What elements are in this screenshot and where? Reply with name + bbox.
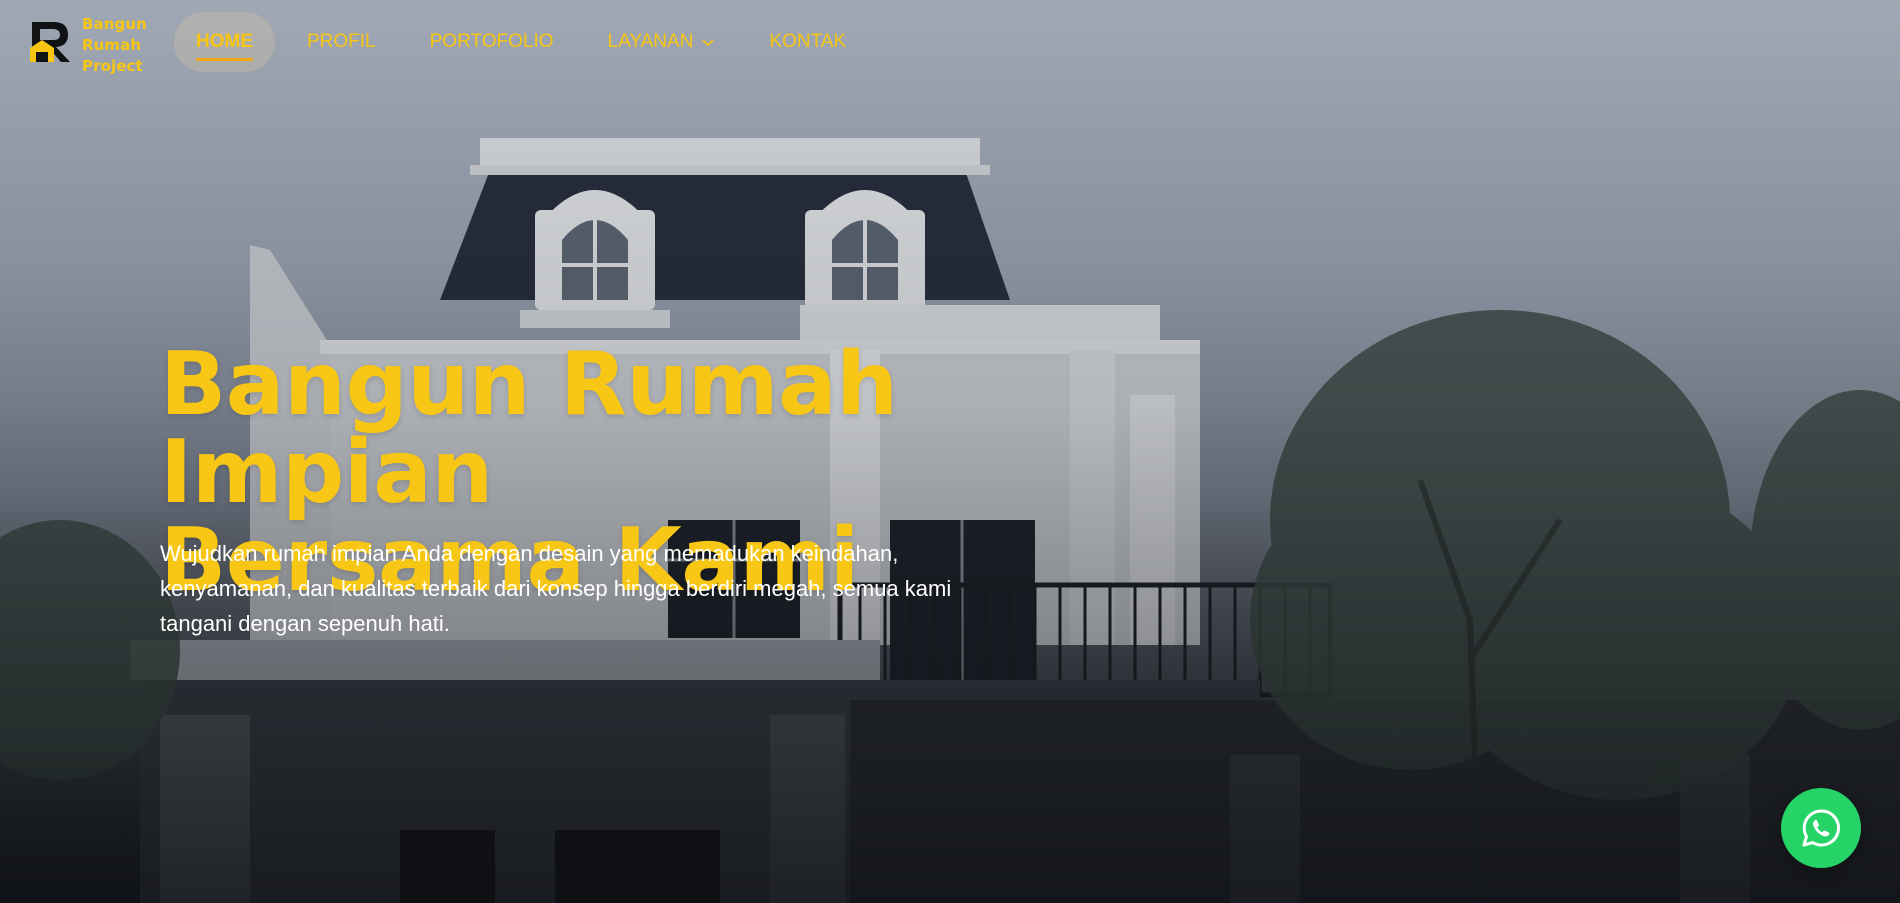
brand-line-3: Project [82, 57, 143, 75]
nav-item-home[interactable]: HOME [174, 12, 275, 72]
main-nav: HOME PROFIL PORTOFOLIO LAYANAN KONTAK [174, 12, 878, 72]
br-logo-icon [30, 22, 70, 62]
whatsapp-button[interactable] [1781, 788, 1861, 868]
brand-line-2: Rumah [82, 36, 142, 54]
hero-section: Bangun Rumah Project HOME PROFIL PORTOFO… [0, 0, 1900, 903]
nav-item-label: HOME [196, 31, 253, 52]
nav-item-label: KONTAK [769, 31, 847, 52]
brand-link[interactable]: Bangun Rumah Project [28, 14, 147, 77]
nav-item-label: PROFIL [307, 31, 376, 52]
nav-item-portofolio[interactable]: PORTOFOLIO [408, 12, 576, 72]
nav-item-label: LAYANAN [607, 31, 694, 52]
hero-title-line-1: Bangun Rumah Impian [160, 333, 898, 523]
brand-line-1: Bangun [82, 15, 147, 33]
nav-item-kontak[interactable]: KONTAK [747, 12, 868, 72]
nav-item-layanan[interactable]: LAYANAN [586, 12, 738, 72]
nav-item-label: PORTOFOLIO [429, 31, 554, 52]
hero-description: Wujudkan rumah impian Anda dengan desain… [160, 541, 952, 636]
nav-item-profil[interactable]: PROFIL [285, 12, 398, 72]
brand-name: Bangun Rumah Project [82, 14, 147, 77]
whatsapp-icon [1802, 809, 1840, 847]
chevron-down-icon [702, 39, 714, 47]
site-header: Bangun Rumah Project HOME PROFIL PORTOFO… [0, 0, 1900, 90]
